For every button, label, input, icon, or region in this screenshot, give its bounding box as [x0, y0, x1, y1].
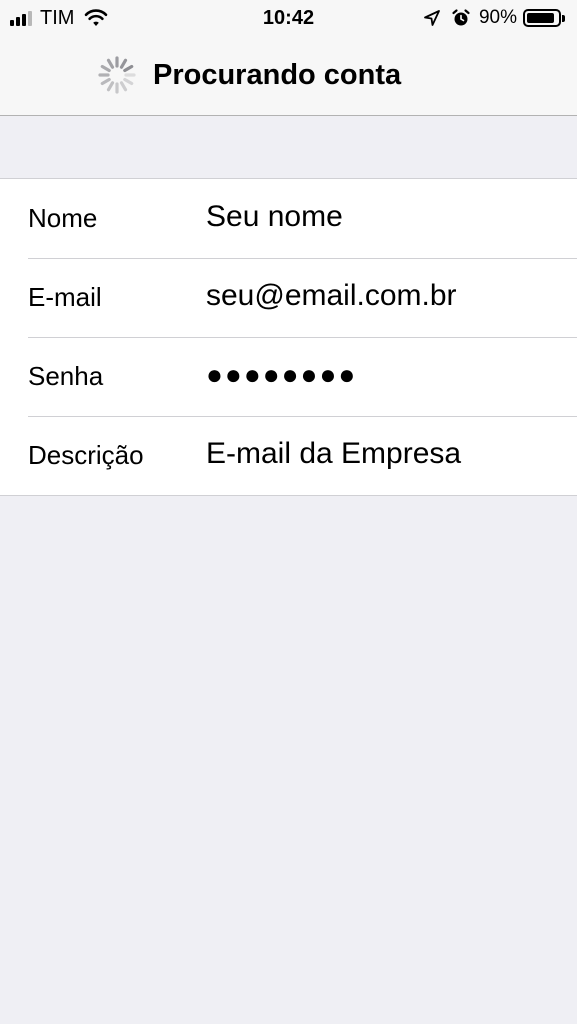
location-arrow-icon [424, 10, 440, 26]
page-title: Procurando conta [153, 59, 402, 91]
form-row-name[interactable]: Nome Seu nome [0, 179, 577, 258]
spinner-spoke [119, 58, 128, 69]
battery-level-fill [527, 13, 554, 23]
spinner-spoke [123, 77, 134, 86]
status-right: 90% [423, 6, 565, 30]
description-field[interactable]: E-mail da Empresa [206, 436, 461, 472]
spinner-spoke [100, 77, 111, 86]
spinner-spoke [100, 64, 111, 73]
status-bar: TIM 10:42 90% [0, 0, 577, 36]
form-row-password[interactable]: Senha ●●●●●●●● [0, 337, 577, 416]
spinner-spoke [119, 81, 128, 92]
password-label: Senha [28, 361, 104, 391]
email-field[interactable]: seu@email.com.br [206, 278, 457, 314]
email-label: E-mail [28, 282, 102, 312]
battery-tip [562, 14, 565, 22]
description-label: Descrição [28, 440, 144, 470]
alarm-icon [452, 9, 470, 26]
spinner-spoke [106, 81, 115, 92]
activity-spinner-icon [98, 56, 136, 94]
name-label: Nome [28, 203, 98, 233]
account-form: Nome Seu nome E-mail seu@email.com.br Se… [0, 178, 577, 496]
form-row-email[interactable]: E-mail seu@email.com.br [0, 258, 577, 337]
form-row-description[interactable]: Descrição E-mail da Empresa [0, 416, 577, 495]
battery-percent: 90% [478, 7, 517, 28]
password-field[interactable]: ●●●●●●●● [206, 357, 357, 393]
spinner-spoke [123, 64, 134, 73]
name-field[interactable]: Seu nome [206, 199, 343, 235]
battery-icon [523, 9, 561, 27]
spinner-spoke [106, 58, 115, 69]
navigation-bar: Procurando conta [0, 36, 577, 116]
